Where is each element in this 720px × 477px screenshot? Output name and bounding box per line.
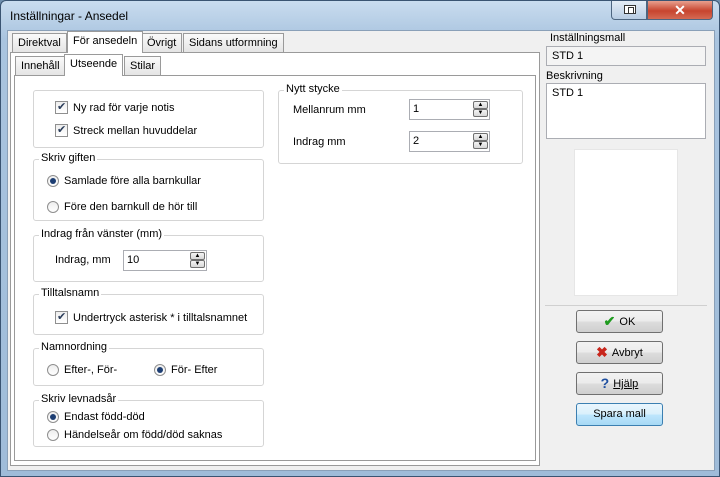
indrag-vanster-value: 10 xyxy=(127,254,140,266)
mall-value: STD 1 xyxy=(552,50,584,62)
indrag-stycke-label: Indrag mm xyxy=(293,136,346,148)
restore-button[interactable] xyxy=(611,1,647,20)
mall-field[interactable]: STD 1 xyxy=(546,46,706,66)
new-row-label: Ny rad för varje notis xyxy=(73,102,175,114)
dialog-window: Inställningar - Ansedel ✕ Direktval För … xyxy=(0,0,720,477)
general-group: Ny rad för varje notis Streck mellan huv… xyxy=(33,90,264,148)
namn-for-label: För- Efter xyxy=(171,364,218,376)
tab-for-ansedeln[interactable]: För ansedeln xyxy=(67,31,144,53)
right-pane: Inställningsmall STD 1 Beskrivning STD 1 xyxy=(545,31,712,467)
outer-tab-panel: Innehåll Utseende Stilar Ny rad för varj… xyxy=(10,52,540,466)
spin-down-icon[interactable]: ▼ xyxy=(473,141,488,149)
indrag-vanster-label: Indrag, mm xyxy=(55,254,111,266)
title-bar[interactable]: Inställningar - Ansedel ✕ xyxy=(1,1,719,29)
mellanrum-value: 1 xyxy=(413,103,420,115)
mall-label: Inställningsmall xyxy=(550,32,626,44)
ok-label: OK xyxy=(619,316,636,328)
spin-up-icon[interactable]: ▲ xyxy=(473,101,488,109)
cancel-button[interactable]: ✖ Avbryt xyxy=(576,341,663,364)
namn-efter-label: Efter-, För- xyxy=(64,364,118,376)
namn-for-radio[interactable] xyxy=(154,364,166,376)
close-button[interactable]: ✕ xyxy=(647,1,713,20)
namn-efter-radio[interactable] xyxy=(47,364,59,376)
asterisk-checkbox[interactable] xyxy=(55,310,68,324)
giften-fore-radio[interactable] xyxy=(47,201,59,213)
namnordning-group: Namnordning Efter-, För- För- Efter xyxy=(33,341,264,386)
asterisk-label: Undertryck asterisk * i tilltalsnamnet xyxy=(73,312,248,324)
separator-label: Streck mellan huvuddelar xyxy=(73,125,198,137)
mellanrum-label: Mellanrum mm xyxy=(293,104,366,116)
giften-fore-label: Före den barnkull de hör till xyxy=(64,201,198,213)
spin-down-icon[interactable]: ▼ xyxy=(190,260,205,268)
cancel-label: Avbryt xyxy=(611,347,643,359)
levnadsar-legend: Skriv levnadsår xyxy=(39,393,119,405)
save-template-button[interactable]: Spara mall xyxy=(576,403,663,426)
check-icon: ✔ xyxy=(603,313,616,329)
help-button[interactable]: ? Hjälp xyxy=(576,372,663,395)
namnordning-legend: Namnordning xyxy=(39,341,110,353)
tab-utseende[interactable]: Utseende xyxy=(64,54,124,76)
levnad-handelse-label: Händelseår om född/död saknas xyxy=(64,429,223,441)
utseende-panel: Ny rad för varje notis Streck mellan huv… xyxy=(14,75,536,461)
help-question-icon: ? xyxy=(600,375,610,391)
beskrivning-label: Beskrivning xyxy=(546,70,603,82)
mellanrum-stepper[interactable]: 1 ▲ ▼ xyxy=(409,99,490,120)
separator-checkbox[interactable] xyxy=(55,123,68,137)
levnad-handelse-radio[interactable] xyxy=(47,429,59,441)
giften-samlade-label: Samlade före alla barnkullar xyxy=(64,175,201,187)
close-icon: ✕ xyxy=(674,2,686,18)
tab-direktval[interactable]: Direktval xyxy=(12,33,67,53)
indrag-vanster-legend: Indrag från vänster (mm) xyxy=(39,228,165,240)
levnadsar-group: Skriv levnadsår Endast född-död Händelse… xyxy=(33,393,264,447)
divider xyxy=(545,305,707,306)
tab-ovrigt[interactable]: Övrigt xyxy=(141,33,183,53)
nytt-stycke-legend: Nytt stycke xyxy=(284,83,342,95)
dialog-client: Direktval För ansedeln Övrigt Sidans utf… xyxy=(7,30,715,471)
cancel-x-icon: ✖ xyxy=(596,344,608,360)
spin-down-icon[interactable]: ▼ xyxy=(473,109,488,117)
tab-sidans-utformning[interactable]: Sidans utformning xyxy=(183,33,284,53)
tab-innehall[interactable]: Innehåll xyxy=(15,56,66,76)
help-label: Hjälp xyxy=(613,378,639,390)
save-template-label: Spara mall xyxy=(593,408,646,420)
giften-samlade-radio[interactable] xyxy=(47,175,59,187)
nytt-stycke-group: Nytt stycke Mellanrum mm 1 ▲ ▼ Indrag mm … xyxy=(278,83,523,164)
levnad-endast-radio[interactable] xyxy=(47,411,59,423)
new-row-checkbox[interactable] xyxy=(55,100,68,114)
tab-stilar[interactable]: Stilar xyxy=(124,56,162,76)
tilltalsnamn-group: Tilltalsnamn Undertryck asterisk * i til… xyxy=(33,287,264,335)
preview-area xyxy=(574,149,678,296)
window-title: Inställningar - Ansedel xyxy=(10,9,129,23)
indrag-stycke-stepper[interactable]: 2 ▲ ▼ xyxy=(409,131,490,152)
levnad-endast-label: Endast född-död xyxy=(64,411,145,423)
indrag-vanster-group: Indrag från vänster (mm) Indrag, mm 10 ▲… xyxy=(33,228,264,282)
indrag-stycke-value: 2 xyxy=(413,135,420,147)
ok-button[interactable]: ✔ OK xyxy=(576,310,663,333)
spin-up-icon[interactable]: ▲ xyxy=(190,252,205,260)
indrag-vanster-stepper[interactable]: 10 ▲ ▼ xyxy=(123,250,207,271)
tilltalsnamn-legend: Tilltalsnamn xyxy=(39,287,102,299)
beskrivning-field[interactable]: STD 1 xyxy=(546,83,706,139)
restore-icon xyxy=(624,5,636,14)
skriv-giften-legend: Skriv giften xyxy=(39,152,98,164)
spin-up-icon[interactable]: ▲ xyxy=(473,133,488,141)
skriv-giften-group: Skriv giften Samlade före alla barnkulla… xyxy=(33,152,264,221)
beskrivning-value: STD 1 xyxy=(552,87,584,99)
